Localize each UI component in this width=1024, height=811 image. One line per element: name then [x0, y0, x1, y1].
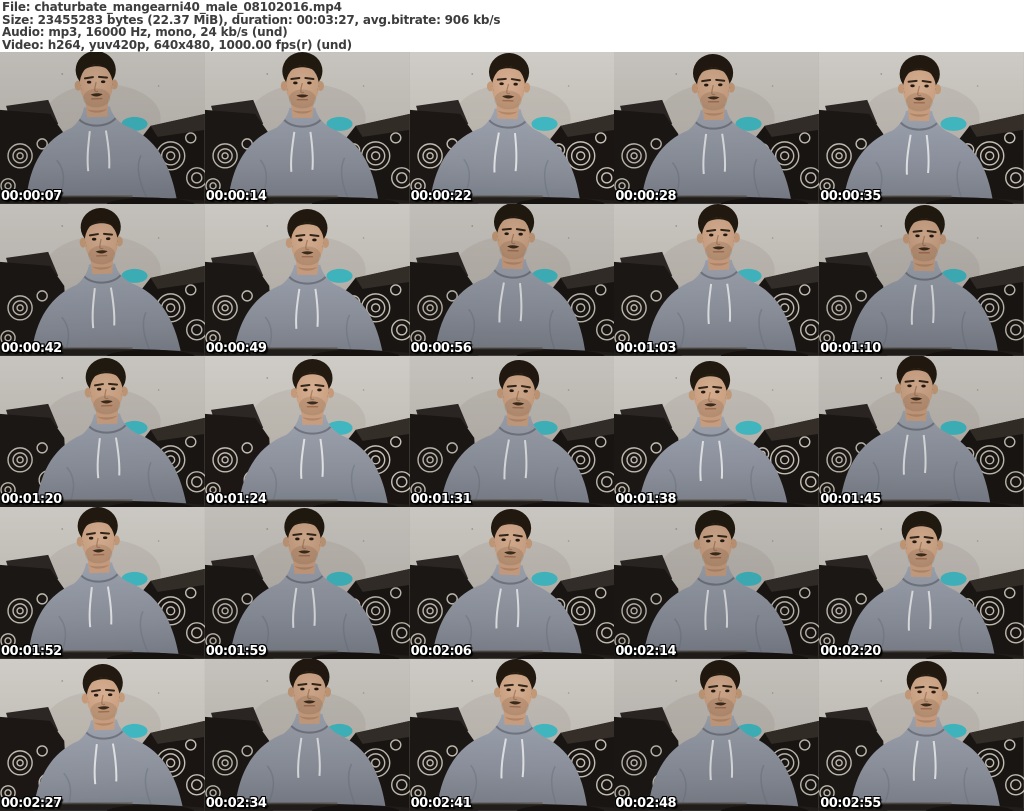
thumbnail-frame-image	[0, 355, 205, 508]
teal-cushion	[940, 116, 967, 131]
thumbnail-frame-image	[614, 52, 820, 204]
thumbnail-frame-image	[614, 659, 820, 811]
teal-cushion	[531, 572, 558, 587]
video-thumbnail: 00:01:45	[819, 355, 1024, 508]
video-thumbnail: 00:02:20	[819, 507, 1024, 660]
video-thumbnail: 00:00:28	[614, 52, 820, 204]
video-thumbnail: 00:02:06	[409, 507, 615, 660]
timestamp-overlay: 00:00:35	[820, 188, 881, 204]
timestamp-overlay: 00:02:14	[615, 644, 677, 660]
teal-cushion	[940, 572, 967, 587]
video-thumbnail: 00:00:42	[0, 203, 205, 356]
thumbnail-frame-image	[409, 203, 615, 356]
timestamp-overlay: 00:01:45	[820, 492, 881, 508]
video-thumbnail: 00:02:14	[614, 507, 820, 660]
thumbnail-frame-image	[204, 52, 410, 204]
timestamp-overlay: 00:00:42	[1, 340, 62, 356]
video-thumbnail: 00:00:56	[409, 203, 615, 356]
timestamp-overlay: 00:02:41	[410, 796, 472, 811]
timestamp-overlay: 00:02:55	[820, 796, 881, 811]
thumbnail-frame-image	[0, 507, 205, 660]
thumbnail-frame-image	[614, 355, 820, 508]
thumbnail-frame-image	[204, 507, 410, 660]
file-info-header: File: chaturbate_mangearni40_male_081020…	[0, 0, 1024, 52]
teal-cushion	[735, 420, 762, 435]
thumbnail-frame-image	[614, 507, 820, 660]
timestamp-overlay: 00:02:06	[410, 644, 472, 660]
video-contact-sheet: File: chaturbate_mangearni40_male_081020…	[0, 0, 1024, 811]
video-thumbnail: 00:00:07	[0, 52, 205, 204]
video-thumbnail: 00:02:34	[204, 659, 410, 811]
thumbnail-frame-image	[614, 203, 820, 356]
thumbnail-frame-image	[819, 203, 1024, 356]
video-thumbnail: 00:02:41	[409, 659, 615, 811]
thumbnail-frame-image	[409, 507, 615, 660]
video-thumbnail: 00:02:27	[0, 659, 205, 811]
video-thumbnail: 00:00:22	[409, 52, 615, 204]
video-thumbnail: 00:02:48	[614, 659, 820, 811]
video-thumbnail: 00:00:14	[204, 52, 410, 204]
thumbnail-grid: 00:00:07 00:00:14 00:00:22 00:00:28 00:0…	[0, 52, 1024, 811]
teal-cushion	[531, 116, 558, 131]
teal-cushion	[326, 268, 353, 283]
timestamp-overlay: 00:00:56	[410, 340, 472, 356]
thumbnail-frame-image	[204, 203, 410, 356]
video-thumbnail: 00:01:59	[204, 507, 410, 660]
timestamp-overlay: 00:02:27	[1, 796, 62, 811]
timestamp-overlay: 00:02:48	[615, 796, 677, 811]
video-thumbnail: 00:00:35	[819, 52, 1024, 204]
timestamp-overlay: 00:01:10	[820, 340, 881, 356]
timestamp-overlay: 00:01:38	[615, 492, 677, 508]
timestamp-overlay: 00:01:20	[1, 492, 62, 508]
thumbnail-frame-image	[204, 659, 410, 811]
thumbnail-frame-image	[0, 659, 205, 811]
thumbnail-frame-image	[819, 52, 1024, 204]
video-thumbnail: 00:01:38	[614, 355, 820, 508]
timestamp-overlay: 00:00:07	[1, 188, 62, 204]
video-thumbnail: 00:00:49	[204, 203, 410, 356]
timestamp-overlay: 00:01:24	[205, 492, 267, 508]
metadata-line-file: File: chaturbate_mangearni40_male_081020…	[2, 0, 342, 14]
timestamp-overlay: 00:02:20	[820, 644, 881, 660]
thumbnail-frame-image	[204, 355, 410, 508]
timestamp-overlay: 00:01:52	[1, 644, 62, 660]
thumbnail-frame-image	[409, 355, 615, 508]
timestamp-overlay: 00:01:59	[205, 644, 267, 660]
thumbnail-frame-image	[819, 507, 1024, 660]
thumbnail-frame-image	[819, 659, 1024, 811]
thumbnail-frame-image	[0, 52, 205, 204]
metadata-line-audio: Audio: mp3, 16000 Hz, mono, 24 kb/s (und…	[2, 25, 288, 40]
video-thumbnail: 00:01:03	[614, 203, 820, 356]
thumbnail-frame-image	[409, 52, 615, 204]
timestamp-overlay: 00:00:49	[205, 340, 267, 356]
video-thumbnail: 00:02:55	[819, 659, 1024, 811]
thumbnail-frame-image	[0, 203, 205, 356]
thumbnail-frame-image	[409, 659, 615, 811]
timestamp-overlay: 00:02:34	[205, 796, 267, 811]
timestamp-overlay: 00:00:28	[615, 188, 677, 204]
video-thumbnail: 00:01:20	[0, 355, 205, 508]
video-thumbnail: 00:01:24	[204, 355, 410, 508]
timestamp-overlay: 00:00:22	[410, 188, 472, 204]
video-thumbnail: 00:01:10	[819, 203, 1024, 356]
video-thumbnail: 00:01:52	[0, 507, 205, 660]
thumbnail-frame-image	[819, 355, 1024, 508]
timestamp-overlay: 00:01:31	[410, 492, 472, 508]
video-thumbnail: 00:01:31	[409, 355, 615, 508]
metadata-line-video: Video: h264, yuv420p, 640x480, 1000.00 f…	[2, 37, 352, 52]
timestamp-overlay: 00:00:14	[205, 188, 267, 204]
timestamp-overlay: 00:01:03	[615, 340, 677, 356]
